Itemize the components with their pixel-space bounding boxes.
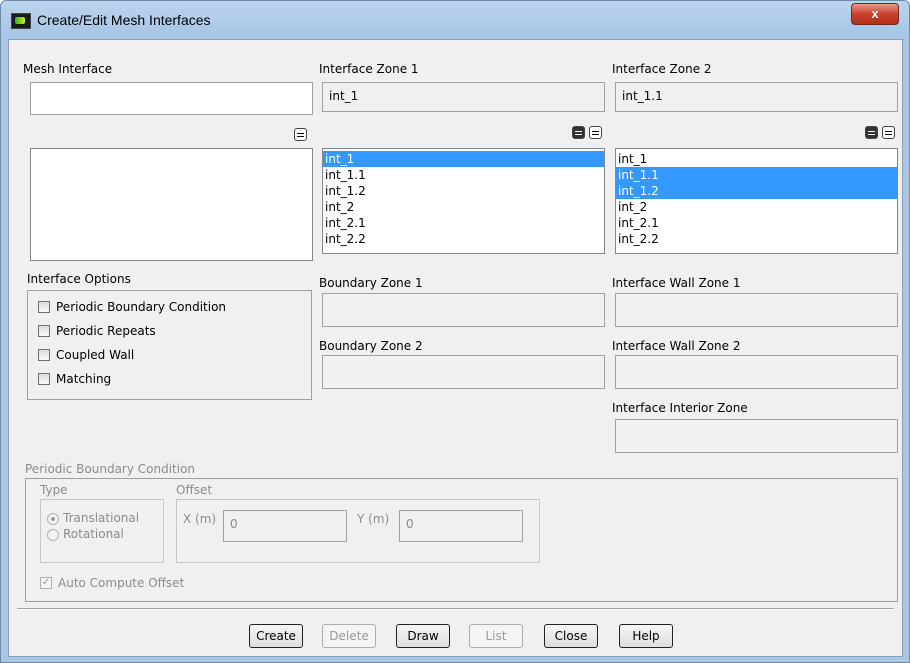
y-offset-label: Y (m)	[357, 512, 390, 526]
checkbox[interactable]	[38, 325, 50, 337]
interface-zone-2-field: int_1.1	[615, 82, 898, 112]
checkbox-label: Auto Compute Offset	[58, 576, 185, 590]
list-item[interactable]: int_1	[323, 151, 604, 167]
offset-label: Offset	[176, 483, 213, 497]
rotational-radio[interactable]	[47, 529, 59, 541]
offset-group: X (m) 0 Y (m) 0	[176, 499, 540, 563]
checkbox[interactable]	[38, 373, 50, 385]
interface-wall-zone-1-field	[615, 293, 898, 327]
rotational-label: Rotational	[63, 527, 124, 541]
checkbox-label: Periodic Boundary Condition	[56, 300, 227, 314]
interface-wall-zone-2-field	[615, 355, 898, 389]
mesh-interface-list[interactable]	[30, 148, 313, 261]
interface-zone-2-label: Interface Zone 2	[612, 62, 712, 76]
separator	[17, 608, 894, 610]
checkbox-label: Periodic Repeats	[56, 324, 156, 338]
interface-wall-zone-2-label: Interface Wall Zone 2	[612, 339, 741, 353]
list-item[interactable]: int_1.1	[323, 167, 604, 183]
delete-button[interactable]: Delete	[322, 624, 376, 648]
mesh-interface-input[interactable]	[30, 82, 313, 115]
x-offset-label: X (m)	[183, 512, 217, 526]
list-item[interactable]: int_2	[323, 199, 604, 215]
boundary-zone-1-label: Boundary Zone 1	[319, 276, 423, 290]
list-item[interactable]: int_2.2	[323, 231, 604, 247]
interface-options-label: Interface Options	[27, 272, 131, 286]
list-menu-icon[interactable]	[294, 128, 307, 141]
list-item[interactable]: int_1.1	[616, 167, 897, 183]
type-label: Type	[40, 483, 68, 497]
list-item[interactable]: int_2.1	[323, 215, 604, 231]
help-button[interactable]: Help	[619, 624, 673, 648]
boundary-zone-1-field	[322, 293, 605, 327]
interface-zone-2-list[interactable]: int_1 int_1.1 int_1.2 int_2 int_2.1 int_…	[615, 148, 898, 254]
list-item[interactable]: int_2.2	[616, 231, 897, 247]
checkbox[interactable]	[38, 301, 50, 313]
select-all-icon[interactable]	[572, 126, 585, 139]
interface-interior-zone-label: Interface Interior Zone	[612, 401, 748, 415]
y-offset-input[interactable]: 0	[399, 510, 523, 542]
list-item[interactable]: int_1.2	[616, 183, 897, 199]
type-group: Translational Rotational	[40, 499, 164, 563]
periodic-boundary-group: Type Translational Rotational Offset X (…	[25, 478, 898, 602]
deselect-all-icon[interactable]	[589, 126, 602, 139]
boundary-zone-2-label: Boundary Zone 2	[319, 339, 423, 353]
draw-button[interactable]: Draw	[396, 624, 450, 648]
create-button[interactable]: Create	[249, 624, 303, 648]
list-item[interactable]: int_2.1	[616, 215, 897, 231]
deselect-all-icon[interactable]	[882, 126, 895, 139]
app-icon	[11, 13, 31, 29]
interface-options-group: Periodic Boundary Condition Periodic Rep…	[27, 290, 312, 400]
interface-wall-zone-1-label: Interface Wall Zone 1	[612, 276, 741, 290]
checkbox-label: Matching	[56, 372, 112, 386]
dialog-body: Mesh Interface Interface Zone 1 int_1 in…	[8, 39, 903, 657]
select-all-icon[interactable]	[865, 126, 878, 139]
title-bar[interactable]: Create/Edit Mesh Interfaces x	[1, 1, 909, 39]
checkbox[interactable]: ✓	[40, 577, 52, 589]
list-item[interactable]: int_1.2	[323, 183, 604, 199]
boundary-zone-2-field	[322, 355, 605, 389]
translational-radio[interactable]	[47, 513, 59, 525]
close-button[interactable]: Close	[544, 624, 598, 648]
list-item[interactable]: int_2	[616, 199, 897, 215]
translational-label: Translational	[63, 511, 140, 525]
x-offset-input[interactable]: 0	[223, 510, 347, 542]
periodic-boundary-label: Periodic Boundary Condition	[25, 462, 196, 476]
interface-interior-zone-field	[615, 419, 898, 453]
interface-zone-1-label: Interface Zone 1	[319, 62, 419, 76]
interface-zone-1-field: int_1	[322, 82, 605, 112]
mesh-interface-label: Mesh Interface	[23, 62, 113, 76]
window-title: Create/Edit Mesh Interfaces	[37, 12, 211, 28]
interface-zone-1-list[interactable]: int_1 int_1.1 int_1.2 int_2 int_2.1 int_…	[322, 148, 605, 254]
list-item[interactable]: int_1	[616, 151, 897, 167]
checkbox-label: Coupled Wall	[56, 348, 135, 362]
dialog-window: Create/Edit Mesh Interfaces x Mesh Inter…	[0, 0, 910, 663]
window-close-button[interactable]: x	[851, 3, 899, 25]
checkbox[interactable]	[38, 349, 50, 361]
list-button[interactable]: List	[469, 624, 523, 648]
